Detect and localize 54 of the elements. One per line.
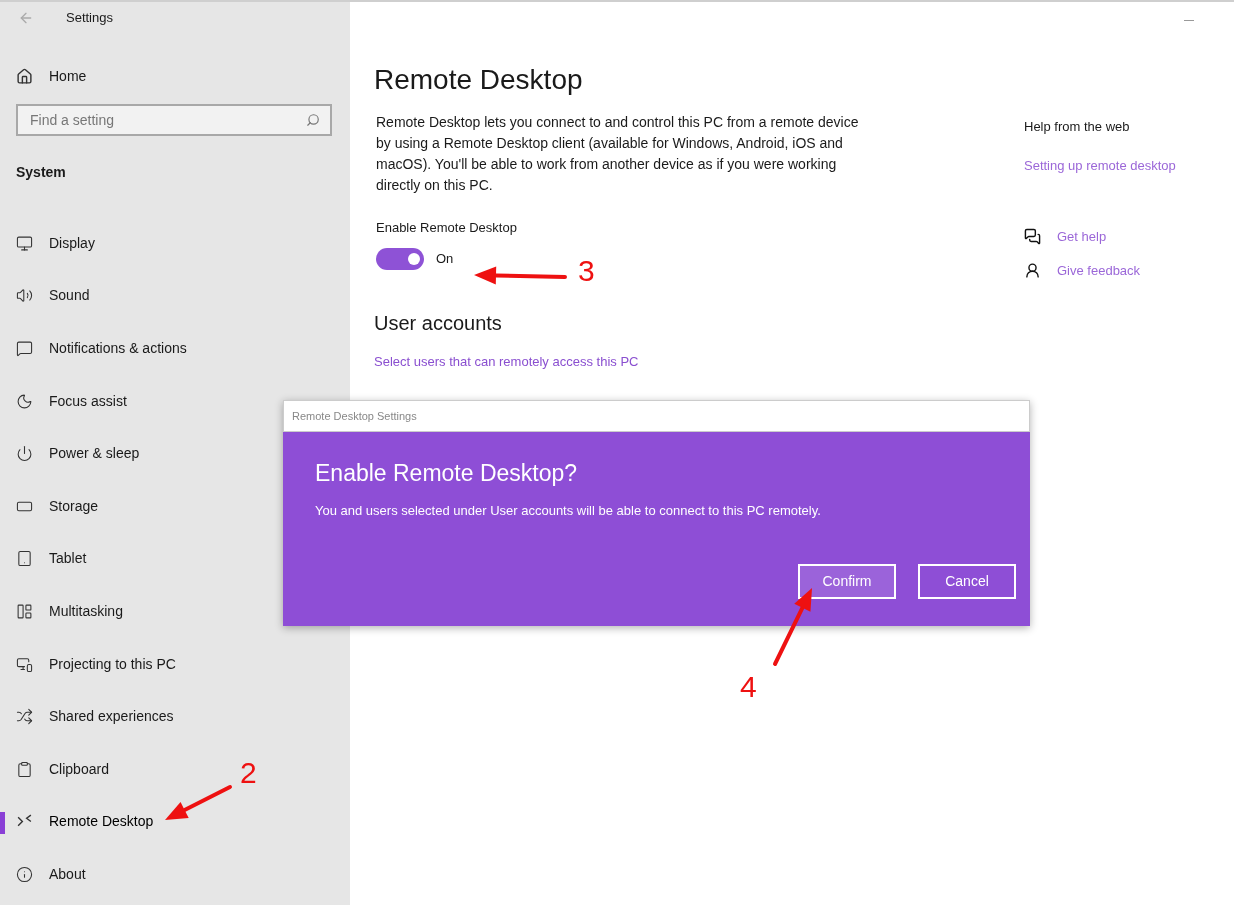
- help-action-link[interactable]: Get help: [1057, 227, 1107, 247]
- crossed-arrows-icon: [16, 708, 33, 726]
- back-icon[interactable]: [18, 10, 34, 26]
- section-title: User accounts: [374, 310, 502, 336]
- sidebar-item[interactable]: Notifications & actions: [16, 338, 187, 359]
- sidebar-item[interactable]: Storage: [16, 495, 99, 517]
- search-field[interactable]: Find a setting: [16, 104, 332, 136]
- page-title: Remote Desktop: [374, 63, 584, 97]
- monitor-icon: [16, 234, 33, 252]
- dialog-heading: Enable Remote Desktop?: [315, 459, 578, 488]
- window-title: Settings: [66, 9, 113, 28]
- house-icon: [16, 68, 33, 85]
- step-number: 2: [240, 758, 257, 788]
- sidebar-item[interactable]: Projecting to this PC: [16, 653, 176, 675]
- sidebar-item[interactable]: Clipboard: [16, 758, 109, 780]
- sidebar-item[interactable]: Sound: [16, 285, 90, 307]
- home-link[interactable]: Home: [49, 66, 87, 87]
- toggle-state: On: [436, 249, 454, 268]
- sidebar-item[interactable]: About: [16, 863, 86, 885]
- sidebar-item[interactable]: Shared experiences: [16, 706, 174, 728]
- sidebar-item[interactable]: Multitasking: [16, 600, 123, 622]
- sidebar-item[interactable]: Tablet: [16, 548, 87, 570]
- dialog-message: You and users selected under User accounts will be able to connect to this PC remotely.: [315, 501, 822, 520]
- speaker-icon: [16, 287, 33, 305]
- dialog-button[interactable]: Confirm: [798, 564, 896, 599]
- description: Remote Desktop lets you connect to and control this PC from a remote device by using a Remote Desktop client (available for Windows, Android, iOS and macOS). You'll be able to work from another device as if you were working directly on this PC.: [376, 113, 860, 195]
- speech-bubble-icon: [16, 340, 33, 357]
- window-layout-icon: [16, 602, 33, 620]
- sidebar-item[interactable]: Display: [16, 232, 95, 254]
- toggle-switch[interactable]: [376, 247, 424, 270]
- toggle-label: Enable Remote Desktop: [376, 219, 517, 237]
- info-icon: [16, 865, 33, 883]
- dialog-title: Remote Desktop Settings: [292, 408, 417, 424]
- sidebar-item[interactable]: Power & sleep: [16, 443, 140, 465]
- minimize-icon[interactable]: [1184, 20, 1194, 21]
- annotation-arrow: [165, 785, 232, 820]
- power-icon: [16, 445, 33, 463]
- help-link[interactable]: Setting up remote desktop: [1024, 155, 1176, 175]
- person-icon: [1024, 261, 1041, 279]
- step-number: 3: [578, 256, 595, 286]
- help-action-link[interactable]: Give feedback: [1057, 260, 1141, 280]
- help-heading: Help from the web: [1024, 118, 1130, 136]
- screens-icon: [16, 655, 33, 673]
- moon-icon: [16, 392, 33, 410]
- users-link[interactable]: Select users that can remotely access this PC: [374, 351, 639, 371]
- sidebar-item[interactable]: Focus assist: [16, 390, 127, 412]
- tablet-icon: [16, 550, 33, 568]
- dialog-button[interactable]: Cancel: [918, 564, 1016, 599]
- clipboard-icon: [16, 760, 33, 778]
- step-number: 4: [740, 672, 757, 702]
- chat-icon: [1024, 228, 1041, 246]
- section-heading: System: [16, 163, 66, 182]
- search-icon: [306, 113, 320, 127]
- sidebar-item[interactable]: Remote Desktop: [16, 811, 154, 833]
